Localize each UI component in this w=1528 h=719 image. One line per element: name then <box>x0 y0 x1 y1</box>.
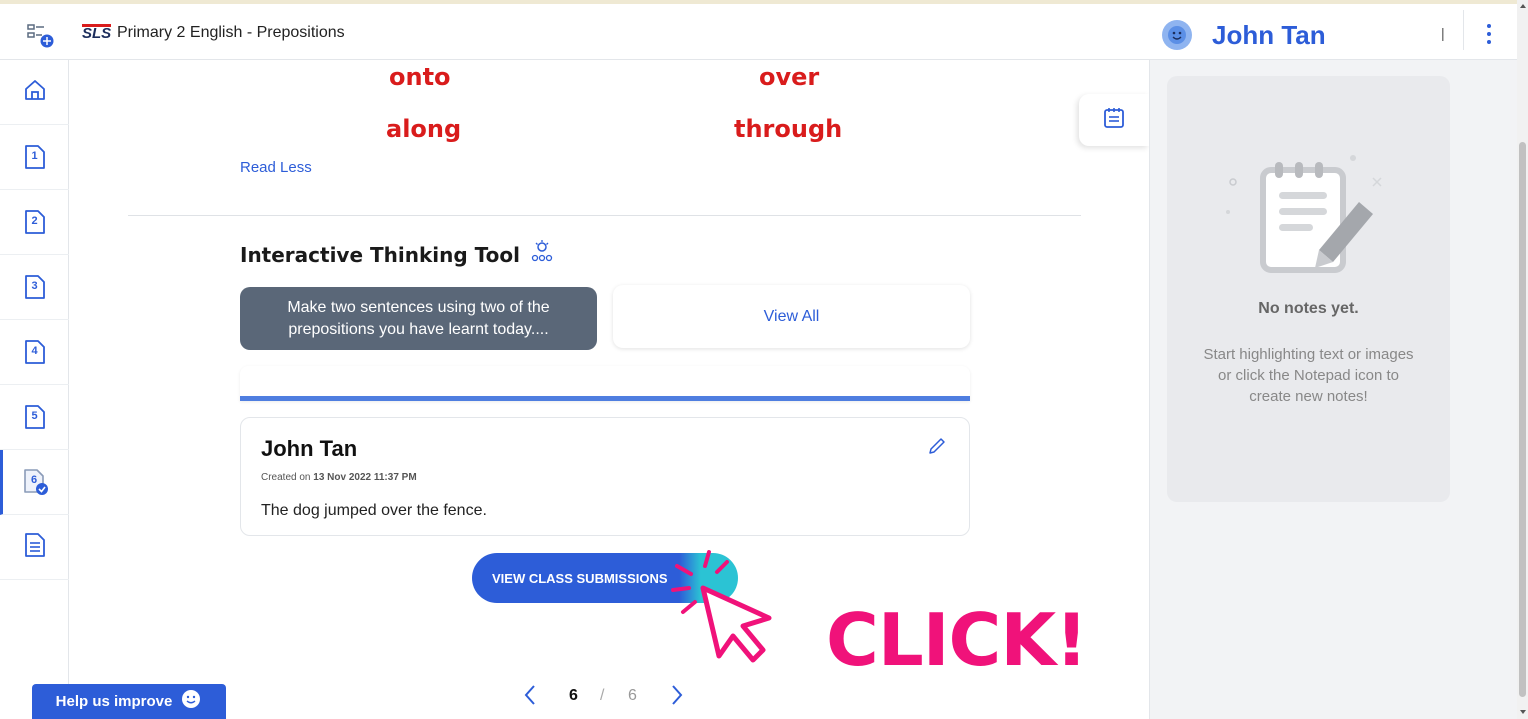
response-header-bar <box>240 366 970 401</box>
sidebar: 1 2 3 4 5 6 <box>0 60 69 719</box>
sidebar-item-page-1[interactable]: 1 <box>0 125 69 190</box>
sidebar-item-label: 6 <box>30 474 38 486</box>
sidebar-item-label: 1 <box>31 150 38 162</box>
preposition-word: over <box>759 63 820 91</box>
vertical-scrollbar[interactable] <box>1517 0 1528 719</box>
header-separator <box>1463 10 1464 50</box>
preposition-word: onto <box>389 63 451 91</box>
smiley-icon <box>180 688 202 715</box>
sidebar-item-page-4[interactable]: 4 <box>0 320 69 385</box>
total-pages: 6 <box>628 687 637 704</box>
view-class-submissions-label: VIEW CLASS SUBMISSIONS <box>492 570 668 586</box>
response-date: Created on 13 Nov 2022 11:37 PM <box>261 472 417 483</box>
top-bar: SLS Primary 2 English - Prepositions Joh… <box>0 0 1528 60</box>
page-icon: 5 <box>24 404 46 430</box>
scroll-down-arrow[interactable] <box>1520 710 1526 714</box>
sidebar-item-label: 2 <box>31 215 38 227</box>
notes-empty-title: No notes yet. <box>1258 300 1359 317</box>
help-us-improve-label: Help us improve <box>55 693 173 710</box>
response-card: John Tan Created on 13 Nov 2022 11:37 PM… <box>240 417 970 536</box>
click-callout: CLICK! <box>826 598 1088 682</box>
sidebar-item-page-3[interactable]: 3 <box>0 255 69 320</box>
next-page-icon[interactable] <box>670 684 684 711</box>
document-icon <box>24 532 46 563</box>
section-divider <box>128 215 1081 216</box>
sls-logo: SLS <box>82 24 112 42</box>
header-divider: | <box>1441 25 1445 41</box>
response-text: The dog jumped over the fence. <box>261 502 487 519</box>
prev-page-icon[interactable] <box>523 684 537 711</box>
preposition-word: through <box>734 115 843 143</box>
sidebar-item-page-2[interactable]: 2 <box>0 190 69 255</box>
edit-pencil-icon[interactable] <box>927 436 947 461</box>
notepad-icon <box>1102 106 1126 135</box>
click-cursor-icon <box>669 548 789 673</box>
user-name[interactable]: John Tan <box>1212 20 1326 51</box>
sidebar-item-page-5[interactable]: 5 <box>0 385 69 450</box>
page-icon: 3 <box>24 274 46 300</box>
sidebar-item-label: 4 <box>31 345 38 357</box>
scroll-up-arrow[interactable] <box>1520 4 1526 8</box>
sidebar-item-label: 3 <box>31 280 38 292</box>
main-content: onto over along through Read Less Intera… <box>69 60 1149 680</box>
read-less-link[interactable]: Read Less <box>240 159 312 176</box>
more-options-icon[interactable] <box>1482 22 1496 46</box>
page-icon: 4 <box>24 339 46 365</box>
response-author: John Tan <box>261 436 358 461</box>
page-separator: / <box>600 687 605 704</box>
page-icon: 1 <box>24 144 46 170</box>
home-icon <box>23 78 47 107</box>
notepad-illustration-icon <box>1223 152 1393 287</box>
preposition-word: along <box>386 115 462 143</box>
current-page: 6 <box>569 687 578 704</box>
prompt-card[interactable]: Make two sentences using two of the prep… <box>240 287 597 350</box>
section-title-text: Interactive Thinking Tool <box>240 242 520 267</box>
app-menu-icon[interactable] <box>24 21 58 49</box>
sidebar-item-home[interactable] <box>0 60 69 125</box>
section-title: Interactive Thinking Tool <box>240 238 556 271</box>
page-check-icon: 6 <box>23 468 49 496</box>
help-us-improve-button[interactable]: Help us improve <box>32 684 226 719</box>
page-title: Primary 2 English - Prepositions <box>117 24 345 41</box>
pager-bar: 6 / 6 <box>69 672 1149 719</box>
scrollbar-thumb[interactable] <box>1519 142 1526 697</box>
notes-panel: No notes yet. Start highlighting text or… <box>1149 60 1517 719</box>
notes-card: No notes yet. Start highlighting text or… <box>1167 76 1450 502</box>
notepad-button[interactable] <box>1079 94 1149 146</box>
created-date: 13 Nov 2022 11:37 PM <box>313 472 417 483</box>
notes-empty-message: Start highlighting text or images or cli… <box>1203 346 1414 405</box>
page-icon: 2 <box>24 209 46 235</box>
sidebar-item-page-6[interactable]: 6 <box>0 450 69 515</box>
sidebar-item-label: 5 <box>31 410 38 422</box>
thinking-tool-icon <box>528 238 556 271</box>
avatar[interactable] <box>1162 20 1192 50</box>
sidebar-item-notes[interactable] <box>0 515 69 580</box>
created-prefix: Created on <box>261 472 311 483</box>
view-all-button[interactable]: View All <box>613 285 970 348</box>
